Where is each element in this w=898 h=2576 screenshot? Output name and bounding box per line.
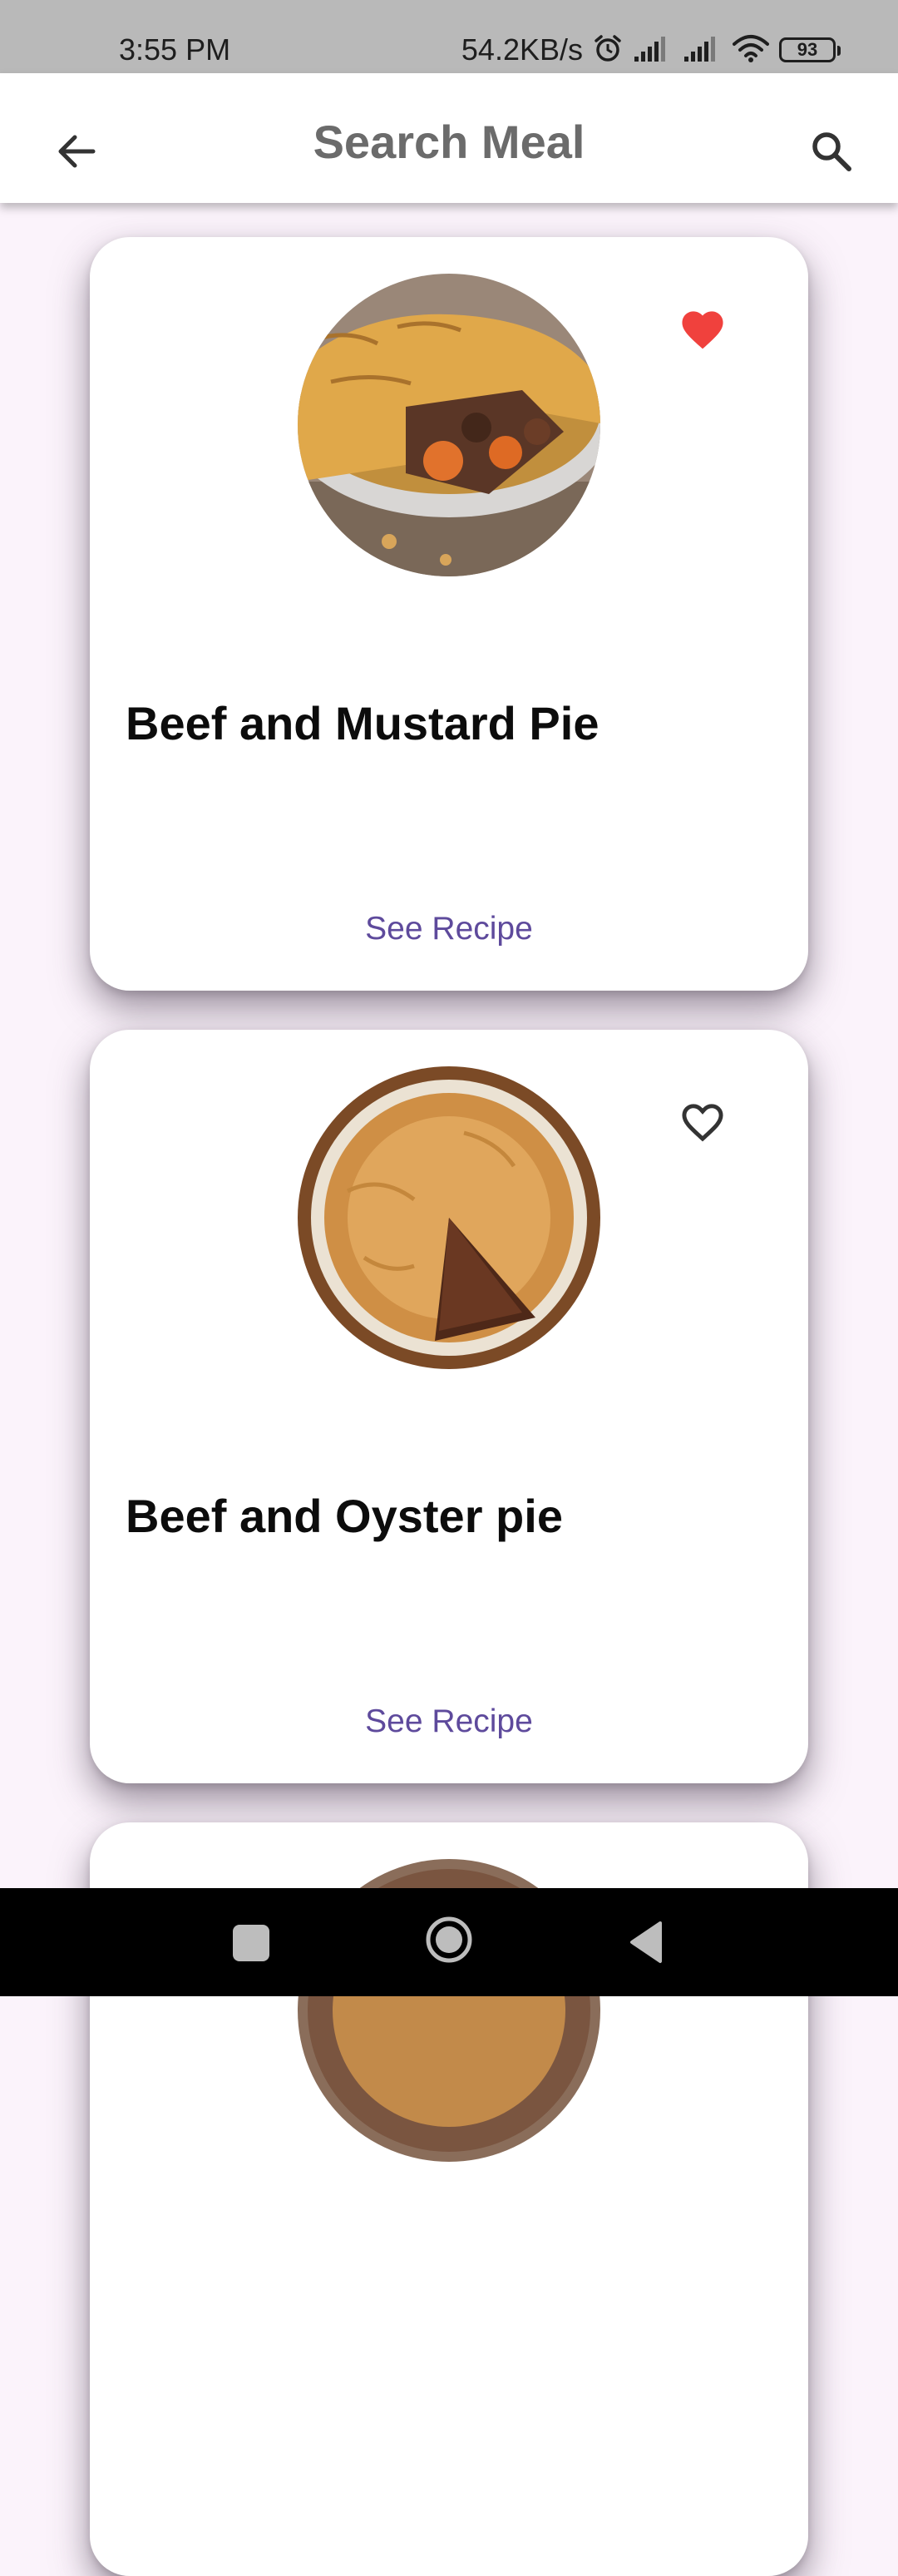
search-button[interactable] (802, 125, 861, 178)
status-time: 3:55 PM (119, 32, 231, 67)
meal-image (298, 1066, 600, 1369)
meal-title: Beef and Oyster pie (126, 1490, 563, 1542)
favorite-button[interactable] (675, 300, 730, 355)
navigation-bar (0, 1888, 898, 1996)
meal-title: Beef and Mustard Pie (126, 697, 599, 749)
heart-outline-icon (682, 1104, 723, 1142)
nav-back-button[interactable] (629, 1920, 664, 1965)
network-speed: 54.2KB/s (461, 32, 583, 67)
meal-card[interactable]: Beef and Oyster pie See Recipe (90, 1030, 808, 1783)
recents-button[interactable] (233, 1925, 269, 1961)
page-title: Search Meal (313, 116, 585, 168)
alarm-icon (593, 33, 623, 67)
meal-card[interactable]: Beef and Mustard Pie See Recipe (90, 237, 808, 991)
search-icon (812, 132, 851, 171)
meal-image (298, 274, 600, 576)
wifi-icon (733, 34, 769, 67)
app-bar: Search Meal (0, 73, 898, 203)
favorite-button[interactable] (675, 1093, 730, 1148)
signal-icon-2 (683, 35, 723, 66)
status-bar: 3:55 PM 54.2KB/s 93 (0, 0, 898, 73)
see-recipe-button[interactable]: See Recipe (90, 1703, 808, 1740)
signal-icon (633, 35, 673, 66)
battery-indicator: 93 (779, 37, 841, 62)
see-recipe-button[interactable]: See Recipe (90, 911, 808, 947)
heart-filled-icon (682, 311, 723, 349)
status-indicators: 54.2KB/s 93 (461, 32, 841, 68)
home-button[interactable] (424, 1915, 474, 1965)
